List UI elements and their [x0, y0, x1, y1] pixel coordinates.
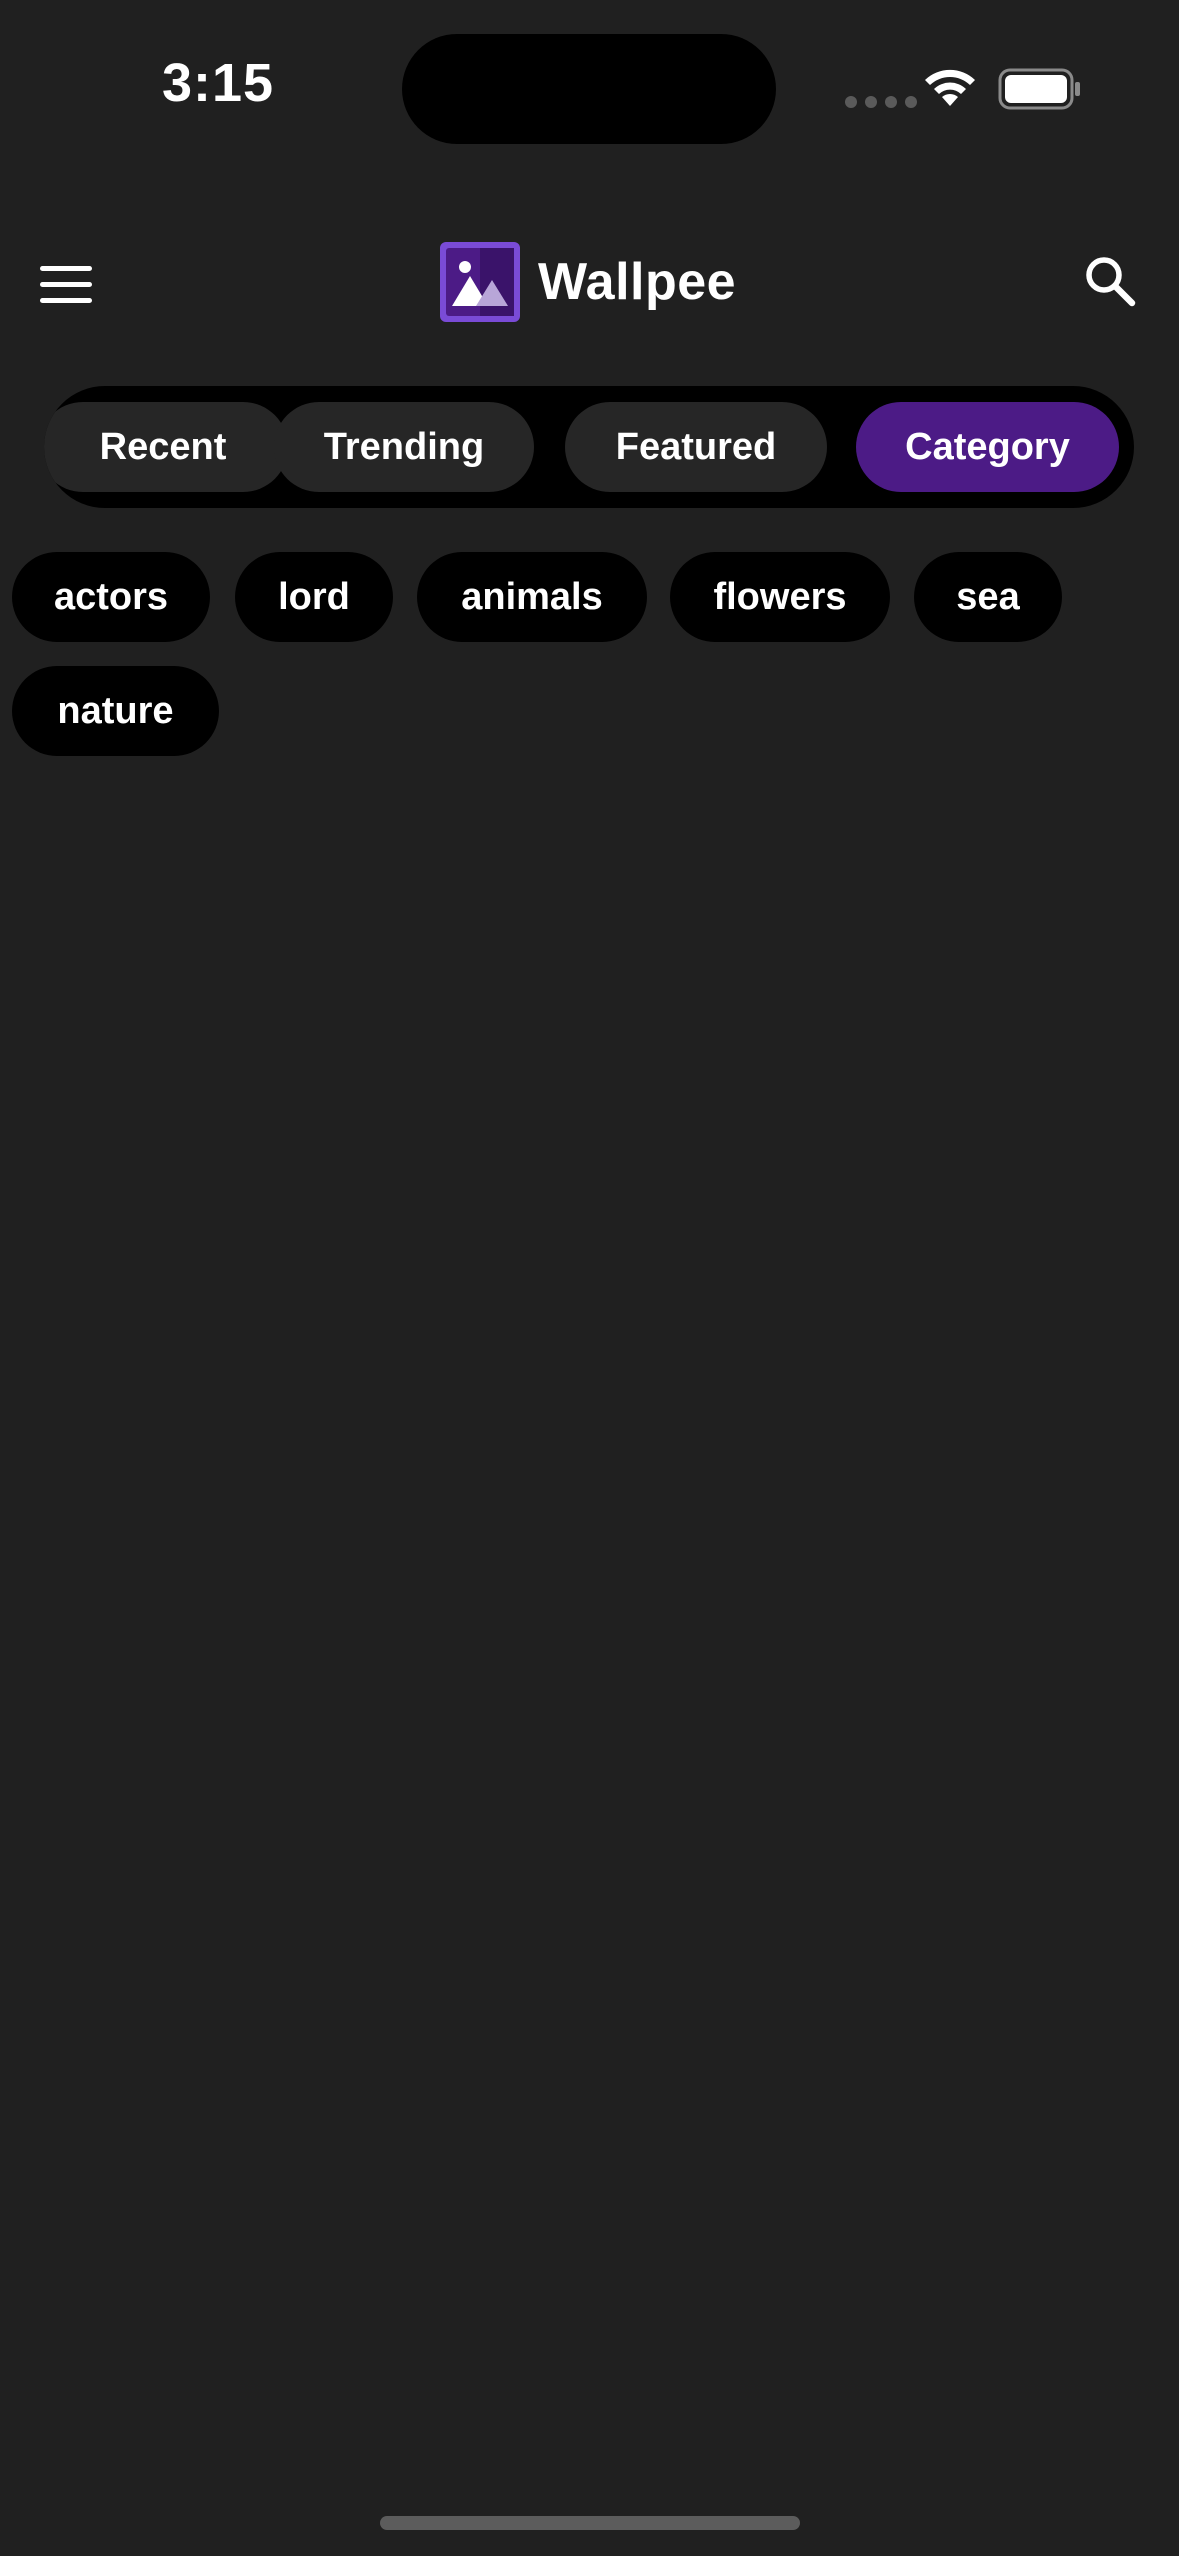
category-chip-animals[interactable]: animals: [417, 552, 647, 642]
status-time: 3:15: [162, 53, 275, 113]
dynamic-island: [402, 34, 776, 144]
image-gallery-icon: [440, 242, 520, 322]
app-header: Wallpee: [0, 230, 1179, 340]
category-chip-nature[interactable]: nature: [12, 666, 219, 756]
category-chip-actors[interactable]: actors: [12, 552, 210, 642]
battery-icon: [998, 68, 1080, 110]
hamburger-menu-icon[interactable]: [40, 264, 92, 306]
tab-category[interactable]: Category: [856, 402, 1119, 492]
status-bar: 3:15: [0, 0, 1179, 170]
search-icon[interactable]: [1083, 254, 1137, 308]
cellular-signal-icon: [845, 96, 917, 108]
tab-recent[interactable]: Recent: [44, 402, 288, 492]
wifi-icon: [925, 69, 975, 106]
tab-bar: Recent Trending Featured Category: [44, 386, 1134, 508]
tab-featured[interactable]: Featured: [565, 402, 827, 492]
app-title: Wallpee: [538, 253, 737, 311]
brand: Wallpee: [438, 240, 736, 324]
home-indicator[interactable]: [380, 2516, 800, 2530]
tab-trending[interactable]: Trending: [274, 402, 534, 492]
category-chip-sea[interactable]: sea: [914, 552, 1062, 642]
category-chip-flowers[interactable]: flowers: [670, 552, 890, 642]
category-chip-lord[interactable]: lord: [235, 552, 393, 642]
